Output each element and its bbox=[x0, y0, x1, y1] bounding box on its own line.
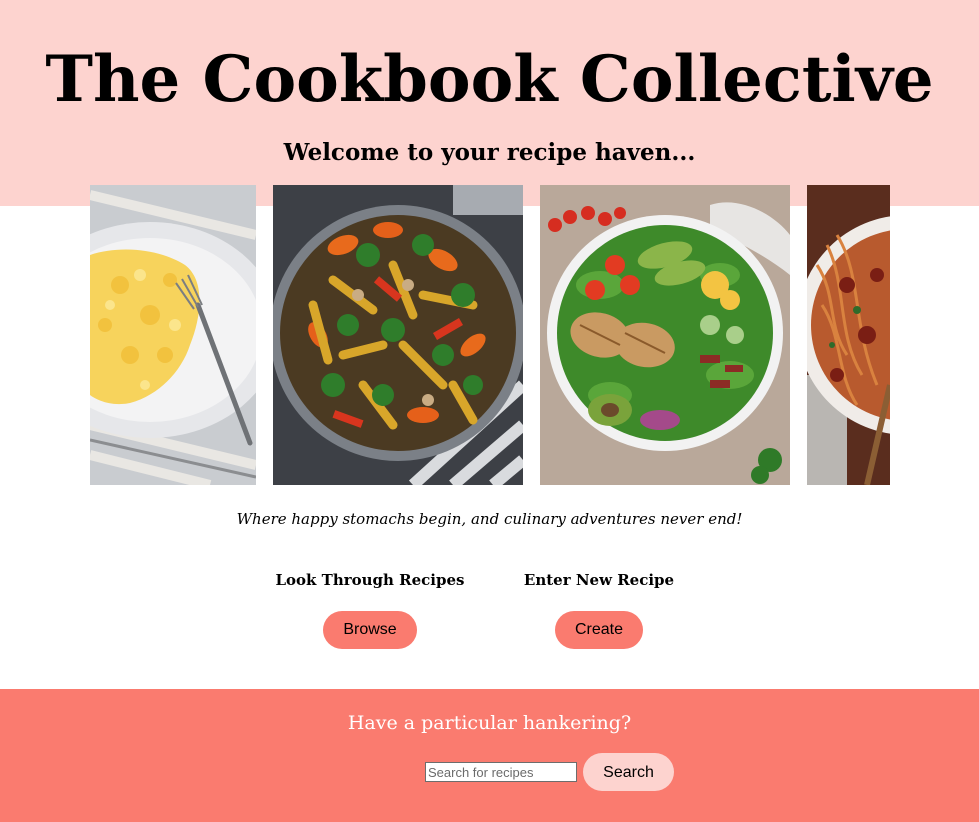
tagline: Where happy stomachs begin, and culinary… bbox=[236, 510, 743, 528]
stir-fry-vegetables-photo bbox=[273, 185, 523, 485]
recipe-image-carousel[interactable] bbox=[90, 185, 890, 485]
browse-button[interactable]: Browse bbox=[323, 611, 417, 649]
search-input[interactable] bbox=[425, 762, 577, 782]
site-title: The Cookbook Collective bbox=[45, 42, 934, 117]
search-footer: Have a particular hankering? Search bbox=[0, 689, 979, 822]
create-heading: Enter New Recipe bbox=[523, 571, 675, 589]
welcome-subtitle: Welcome to your recipe haven... bbox=[283, 139, 696, 166]
browse-heading: Look Through Recipes bbox=[275, 571, 465, 589]
browse-section: Look Through Recipes Browse bbox=[270, 568, 470, 649]
scrambled-eggs-photo bbox=[90, 185, 256, 485]
spaghetti-photo bbox=[807, 185, 890, 485]
create-section: Enter New Recipe Create bbox=[499, 568, 699, 649]
hero-banner: The Cookbook Collective Welcome to your … bbox=[0, 0, 979, 206]
search-button[interactable]: Search bbox=[583, 753, 674, 791]
search-prompt: Have a particular hankering? bbox=[347, 712, 632, 734]
create-button[interactable]: Create bbox=[554, 611, 644, 649]
chicken-salad-bowl-photo bbox=[540, 185, 790, 485]
